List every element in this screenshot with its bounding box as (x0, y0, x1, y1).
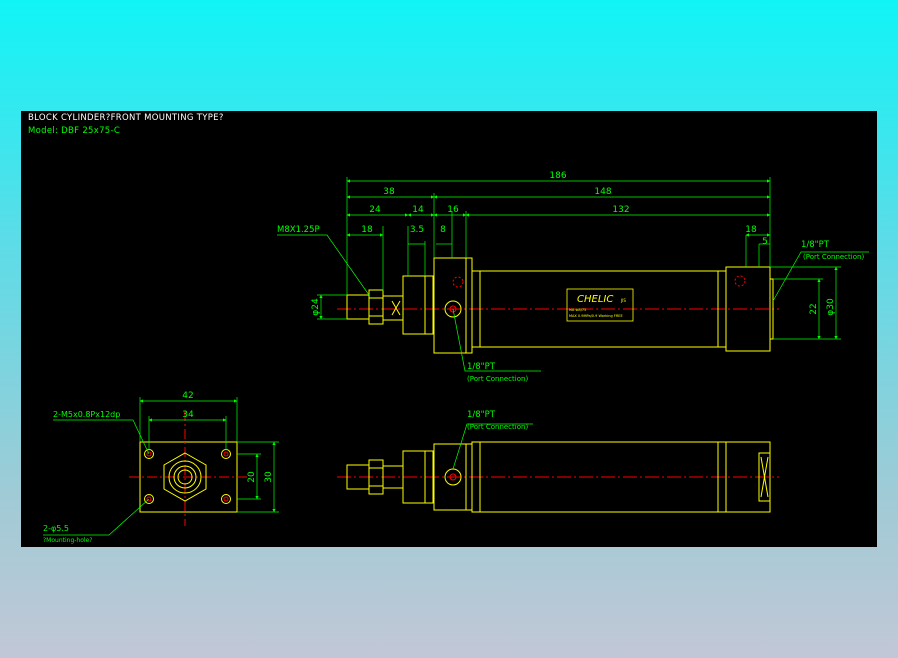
dim-tube-length: 132 (612, 205, 629, 215)
dim-height-inner: 20 (247, 471, 257, 483)
dim-height-outer: 30 (264, 471, 274, 483)
dim-rod-dia: φ24 (311, 298, 321, 316)
tapped-hole-tl (144, 449, 154, 459)
dim-port-offset: 5 (762, 237, 768, 247)
front-dimensions (277, 177, 869, 372)
rear-screw-icon (734, 275, 746, 287)
plate-line-1: MB ΦB/75 (569, 308, 586, 312)
mount-holes-label: 2-φ5.5 (43, 524, 69, 533)
cad-drawing-area: BLOCK CYLINDER?FRONT MOUNTING TYPE? Mode… (21, 111, 877, 547)
side-port-note: (Port Connection) (467, 423, 528, 431)
dim-body-length: 148 (594, 187, 611, 197)
cushion-screw-icon (452, 276, 464, 288)
dim-width-inner: 34 (182, 410, 194, 420)
dim-rear-height: 22 (809, 303, 819, 314)
mount-hole-tr (221, 449, 231, 459)
dim-rod-to-flange: 24 (369, 205, 381, 215)
side-port-label: 1/8"PT (467, 410, 496, 420)
dim-flange-width: 16 (447, 205, 459, 215)
plate-line-2: MAX 0.9MPa/0.9 Working FREE (569, 314, 623, 318)
front-view: CHELIC JIS MB ΦB/75 MAX 0.9MPa/0.9 Worki… (277, 171, 869, 383)
dim-flange-gap: 14 (412, 205, 424, 215)
dim-overall: 186 (549, 171, 566, 181)
dim-rear-cap: 18 (745, 225, 757, 235)
dim-width-outer: 42 (182, 391, 193, 401)
dim-front-section: 38 (383, 187, 395, 197)
front-bushing (402, 275, 434, 335)
dim-body-dia: φ30 (826, 298, 836, 316)
brand-logo: CHELIC (577, 294, 613, 305)
rod-thread-label: M8X1.25P (277, 225, 320, 235)
side-tube (471, 441, 727, 513)
rear-port-note: (Port Connection) (803, 253, 864, 261)
rod-end-cap (382, 295, 404, 321)
front-port-note: (Port Connection) (467, 375, 528, 383)
front-port-label: 1/8"PT (467, 362, 496, 372)
tapped-holes-label: 2-M5x0.8Px12dp (53, 410, 120, 419)
tapped-hole-br (221, 494, 231, 504)
cylinder-tube (471, 270, 727, 348)
side-view: 1/8"PT (Port Connection) (337, 410, 779, 513)
end-view: 42 34 20 30 2-M5x0.8Px12dp 2-φ5.5 ?Mount… (43, 391, 279, 544)
mount-holes-note: ?Mounting-hole? (43, 537, 92, 544)
brand-suffix: JIS (620, 298, 626, 303)
dim-thread-length: 18 (361, 225, 373, 235)
rear-port-label: 1/8"PT (801, 240, 830, 250)
dim-flange-half: 8 (440, 225, 446, 235)
cylinder-drawing: CHELIC JIS MB ΦB/75 MAX 0.9MPa/0.9 Worki… (43, 171, 869, 544)
rod-nut (368, 289, 384, 325)
dim-shoulder: 3.5 (410, 225, 424, 235)
piston-rod (346, 294, 370, 320)
